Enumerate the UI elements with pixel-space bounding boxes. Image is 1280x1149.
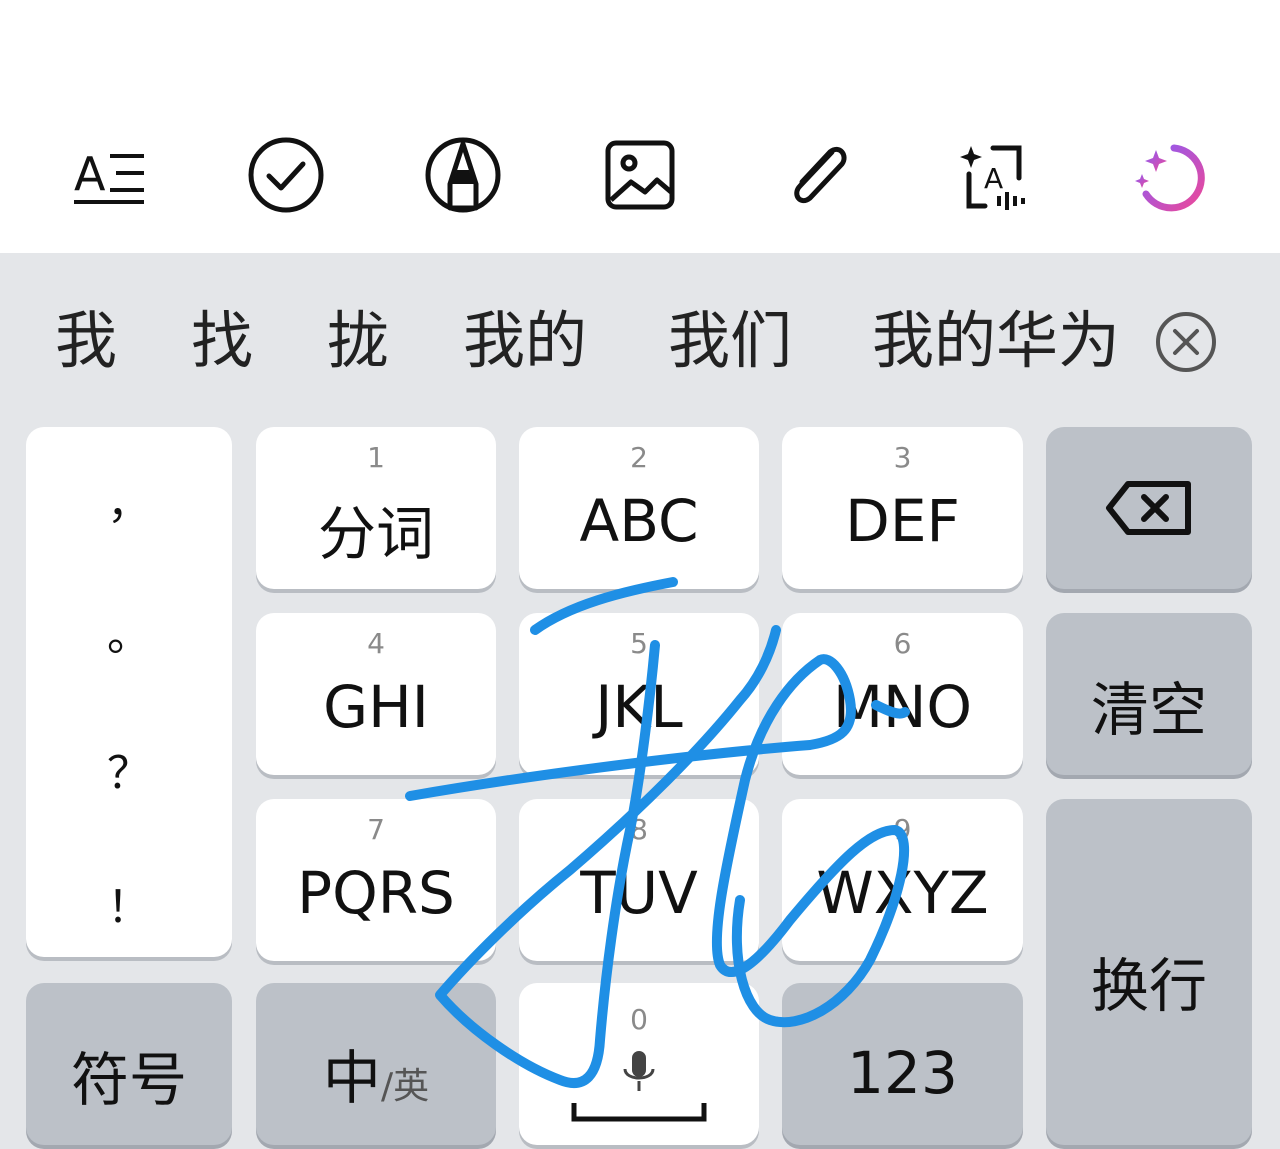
key-2-label: ABC bbox=[579, 487, 699, 555]
handwriting-keyboard: 我 找 拢 我的 我们 我的华为 ， 。 ？ ！ 1 分词 2 ABC 3 DE… bbox=[0, 253, 1280, 1149]
candidate-5[interactable]: 我们 bbox=[668, 301, 792, 381]
key-5[interactable]: 5 JKL bbox=[519, 613, 759, 775]
candidate-1[interactable]: 我 bbox=[55, 301, 117, 381]
candidate-6[interactable]: 我的华为 bbox=[872, 301, 1120, 381]
lang-main: 中 bbox=[322, 1044, 381, 1112]
space-bar-icon bbox=[571, 1103, 707, 1122]
key-2[interactable]: 2 ABC bbox=[519, 427, 759, 589]
candidate-bar: 我 找 拢 我的 我们 我的华为 bbox=[0, 253, 1280, 423]
key-8[interactable]: 8 TUV bbox=[519, 799, 759, 961]
key-4-label: GHI bbox=[323, 673, 429, 741]
key-8-label: TUV bbox=[580, 859, 698, 927]
key-6-label: MNO bbox=[832, 673, 973, 741]
key-6[interactable]: 6 MNO bbox=[782, 613, 1023, 775]
key-9-number: 9 bbox=[893, 813, 912, 846]
key-0-number: 0 bbox=[630, 1003, 648, 1036]
candidate-4[interactable]: 我的 bbox=[463, 301, 587, 381]
clear-button[interactable]: 清空 bbox=[1046, 613, 1252, 775]
svg-text:A: A bbox=[984, 162, 1003, 195]
key-3-label: DEF bbox=[845, 487, 960, 555]
ai-text-icon[interactable]: A bbox=[949, 130, 1039, 220]
key-3[interactable]: 3 DEF bbox=[782, 427, 1023, 589]
backspace-icon bbox=[1106, 481, 1191, 535]
svg-text:A: A bbox=[74, 147, 106, 201]
key-7-label: PQRS bbox=[297, 859, 455, 927]
pen-icon[interactable] bbox=[418, 130, 508, 220]
key-comma[interactable]: ， bbox=[26, 467, 232, 531]
key-5-label: JKL bbox=[595, 673, 683, 741]
image-icon[interactable] bbox=[595, 130, 685, 220]
key-2-number: 2 bbox=[630, 441, 648, 474]
key-9[interactable]: 9 WXYZ bbox=[782, 799, 1023, 961]
key-1-label: 分词 bbox=[317, 500, 434, 568]
key-5-number: 5 bbox=[630, 627, 648, 660]
symbols-button[interactable]: 符号 bbox=[26, 983, 232, 1145]
numeric-label: 123 bbox=[847, 1039, 958, 1107]
numeric-keyboard-button[interactable]: 123 bbox=[782, 983, 1023, 1145]
key-3-number: 3 bbox=[893, 441, 912, 474]
key-4-number: 4 bbox=[367, 627, 385, 660]
key-8-number: 8 bbox=[630, 813, 648, 846]
key-4[interactable]: 4 GHI bbox=[256, 613, 496, 775]
editor-toolbar: A A bbox=[0, 0, 1280, 253]
enter-label: 换行 bbox=[1090, 952, 1207, 1020]
symbols-label: 符号 bbox=[70, 1046, 187, 1114]
key-6-number: 6 bbox=[893, 627, 912, 660]
lang-alt: /英 bbox=[380, 1066, 430, 1107]
key-1[interactable]: 1 分词 bbox=[256, 427, 496, 589]
key-7-number: 7 bbox=[367, 813, 385, 846]
close-candidates-icon[interactable] bbox=[1154, 310, 1218, 374]
clear-label: 清空 bbox=[1090, 676, 1207, 744]
candidate-3[interactable]: 拢 bbox=[327, 301, 389, 381]
key-exclamation[interactable]: ！ bbox=[26, 871, 232, 935]
backspace-button[interactable] bbox=[1046, 427, 1252, 589]
key-period[interactable]: 。 bbox=[26, 599, 232, 663]
attachment-icon[interactable] bbox=[772, 130, 862, 220]
candidate-2[interactable]: 找 bbox=[191, 301, 253, 381]
key-question[interactable]: ？ bbox=[26, 737, 232, 801]
space-button[interactable]: 0 bbox=[519, 983, 759, 1145]
checklist-icon[interactable] bbox=[241, 130, 331, 220]
microphone-icon bbox=[623, 1051, 655, 1091]
language-toggle-button[interactable]: 中/英 bbox=[256, 983, 496, 1145]
enter-button[interactable]: 换行 bbox=[1046, 799, 1252, 1145]
text-format-icon[interactable]: A bbox=[64, 130, 154, 220]
key-7[interactable]: 7 PQRS bbox=[256, 799, 496, 961]
key-1-number: 1 bbox=[367, 441, 385, 474]
ai-assistant-icon[interactable] bbox=[1126, 130, 1216, 220]
language-toggle-label: 中/英 bbox=[256, 1031, 496, 1115]
key-9-label: WXYZ bbox=[816, 859, 989, 927]
punctuation-column: ， 。 ？ ！ bbox=[26, 427, 232, 957]
